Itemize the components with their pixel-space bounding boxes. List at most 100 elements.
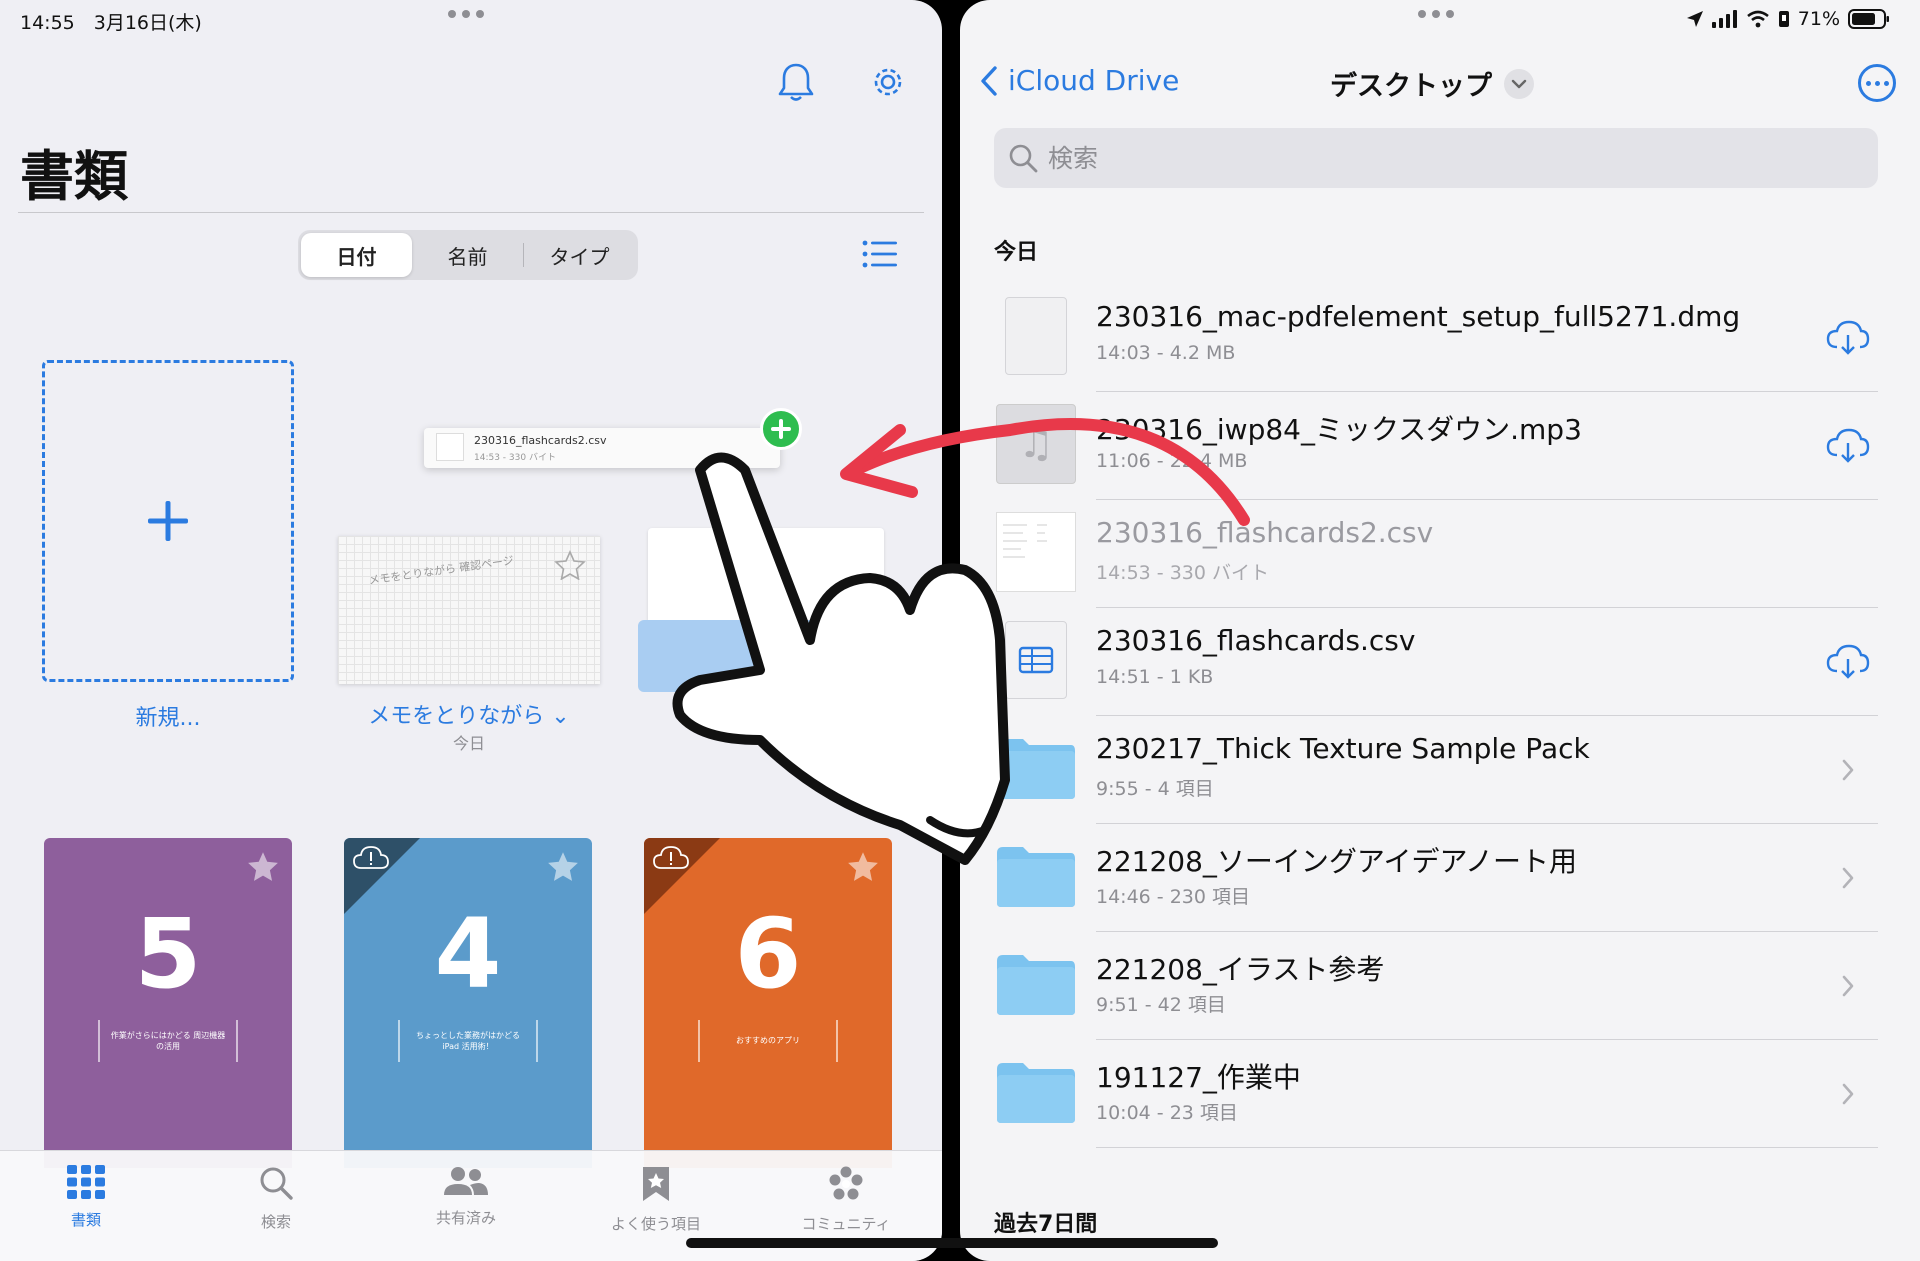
chevron-right-icon xyxy=(1824,1072,1872,1116)
memo-document-thumbnail[interactable]: メモをとりながら 確認ページ xyxy=(338,536,600,684)
book-subtitle: おすすめのアプリ xyxy=(698,1020,838,1062)
file-meta: 10:04 - 23 項目 xyxy=(1096,1102,1238,1124)
back-label: iCloud Drive xyxy=(1008,64,1180,97)
list-view-icon[interactable] xyxy=(856,230,904,278)
tab-shared[interactable]: 共有済み xyxy=(406,1165,526,1228)
file-name: 230217_Thick Texture Sample Pack xyxy=(1096,732,1590,765)
file-row[interactable]: 230316_mac-pdfelement_setup_full5271.dmg… xyxy=(994,284,1878,392)
tab-label: コミュニティ xyxy=(801,1215,891,1233)
file-name: 230316_flashcards.csv xyxy=(1096,624,1416,657)
folder-thumbnail[interactable] xyxy=(638,620,888,692)
chevron-right-icon xyxy=(1824,748,1872,792)
row-separator xyxy=(1096,1147,1878,1148)
sort-segmented-control: 日付 名前 タイプ xyxy=(298,230,638,280)
location-arrow-icon xyxy=(1686,11,1703,27)
book-4[interactable]: 4 ちょっとした業務がはかどる iPad 活用術！ xyxy=(344,838,592,1168)
bookmark-star-icon xyxy=(643,1167,669,1201)
section-header-past-week: 過去7日間 xyxy=(994,1212,1098,1237)
memo-handwriting: メモをとりながら 確認ページ xyxy=(367,553,515,588)
folder-row[interactable]: 230217_Thick Texture Sample Pack 9:55 - … xyxy=(994,716,1878,824)
table-icon xyxy=(994,618,1078,702)
tab-label: 検索 xyxy=(260,1213,291,1231)
grid-icon xyxy=(67,1165,105,1199)
cloud-download-icon[interactable] xyxy=(1824,640,1872,684)
tab-label: 書類 xyxy=(70,1211,101,1229)
file-name: 191127_作業中 xyxy=(1096,1061,1301,1094)
file-meta: 14:51 - 1 KB xyxy=(1096,666,1214,688)
folder-icon xyxy=(994,942,1078,1026)
file-name: 230316_flashcards2.csv xyxy=(1096,516,1434,549)
section-header-today: 今日 xyxy=(994,240,1039,265)
documents-app-pane: 14:55 3月16日(木) 書類 日付 名前 タイプ 新規... メモをとりな… xyxy=(0,0,942,1261)
dragged-file-thumbnail xyxy=(436,433,464,461)
file-meta: 14:46 - 230 項目 xyxy=(1096,886,1250,908)
dragged-file-meta: 14:53 - 330 バイト xyxy=(474,453,556,463)
tab-search[interactable]: 検索 xyxy=(216,1165,336,1232)
signal-icon xyxy=(1711,10,1737,28)
book-number: 6 xyxy=(734,898,802,1010)
file-meta: 11:06 - 22.4 MB xyxy=(1096,450,1248,472)
sort-by-type[interactable]: タイプ xyxy=(524,233,635,277)
back-button[interactable]: iCloud Drive xyxy=(980,64,1179,97)
audio-icon: ♫ xyxy=(994,402,1078,486)
more-options-icon[interactable] xyxy=(1858,64,1896,102)
book-5[interactable]: 5 作業がさらにはかどる 周辺機器の活用 xyxy=(44,838,292,1168)
chevron-right-icon xyxy=(1824,856,1872,900)
memo-document-title[interactable]: メモをとりながら ⌄ xyxy=(338,698,600,730)
star-icon xyxy=(248,852,278,881)
new-document-label[interactable]: 新規... xyxy=(42,700,294,732)
community-icon xyxy=(829,1166,863,1200)
dragged-file-name: 230316_flashcards2.csv xyxy=(474,434,607,447)
folder-paper xyxy=(648,528,884,628)
copy-plus-badge-icon xyxy=(760,408,802,450)
sort-by-name[interactable]: 名前 xyxy=(412,233,523,277)
folder-title-menu[interactable]: デスクトップ xyxy=(1330,64,1534,103)
wifi-icon xyxy=(1746,10,1769,28)
battery-icon xyxy=(1848,9,1889,29)
search-field[interactable] xyxy=(994,128,1878,188)
file-name: 230316_iwp84_ミックスダウン.mp3 xyxy=(1096,413,1582,446)
home-indicator[interactable] xyxy=(686,1238,1218,1248)
bell-icon[interactable] xyxy=(772,58,820,106)
folder-icon xyxy=(994,726,1078,810)
tab-favorites[interactable]: よく使う項目 xyxy=(596,1165,716,1234)
csv-thumbnail xyxy=(994,510,1078,594)
search-icon xyxy=(260,1167,293,1200)
folder-row[interactable]: 221208_ソーイングアイデアノート用 14:46 - 230 項目 xyxy=(994,824,1878,932)
star-icon xyxy=(548,852,578,881)
book-subtitle: 作業がさらにはかどる 周辺機器の活用 xyxy=(98,1020,238,1062)
book-6[interactable]: 6 おすすめのアプリ xyxy=(644,838,892,1168)
file-meta: 9:55 - 4 項目 xyxy=(1096,778,1214,800)
battery-percent: 71% xyxy=(1797,8,1840,30)
orientation-lock-icon xyxy=(1778,11,1789,27)
cloud-alert-icon xyxy=(653,846,689,869)
sort-by-date[interactable]: 日付 xyxy=(301,233,412,277)
dragged-file-preview[interactable]: 230316_flashcards2.csv 14:53 - 330 バイト xyxy=(424,428,780,468)
document-icon xyxy=(994,294,1078,378)
multitasking-dots[interactable] xyxy=(1418,10,1458,22)
status-time: 14:55 3月16日(木) xyxy=(20,12,202,34)
file-row[interactable]: 230316_flashcards2.csv 14:53 - 330 バイト xyxy=(994,500,1878,608)
files-app-pane: 71% iCloud Drive デスクトップ 今日 230316_mac-pd… xyxy=(960,0,1920,1261)
folder-icon xyxy=(994,1050,1078,1134)
cloud-download-icon[interactable] xyxy=(1824,424,1872,468)
tab-community[interactable]: コミュニティ xyxy=(786,1165,906,1234)
star-icon xyxy=(554,550,586,580)
memo-document-date: 今日 xyxy=(452,734,485,753)
folder-row[interactable]: 191127_作業中 10:04 - 23 項目 xyxy=(994,1040,1878,1148)
folder-row[interactable]: 221208_イラスト参考 9:51 - 42 項目 xyxy=(994,932,1878,1040)
gear-icon[interactable] xyxy=(864,58,912,106)
multitasking-dots[interactable] xyxy=(448,10,488,22)
file-row[interactable]: ♫ 230316_iwp84_ミックスダウン.mp3 11:06 - 22.4 … xyxy=(994,392,1878,500)
tab-documents[interactable]: 書類 xyxy=(26,1165,146,1230)
star-icon xyxy=(848,852,878,881)
new-document-card[interactable] xyxy=(42,360,294,682)
chevron-down-icon xyxy=(1504,68,1534,99)
file-row[interactable]: 230316_flashcards.csv 14:51 - 1 KB xyxy=(994,608,1878,716)
file-meta: 9:51 - 42 項目 xyxy=(1096,994,1226,1016)
chevron-right-icon xyxy=(1824,964,1872,1008)
cloud-alert-icon xyxy=(353,846,389,869)
cloud-download-icon[interactable] xyxy=(1824,316,1872,360)
search-input[interactable] xyxy=(1048,143,1748,173)
file-name: 230316_mac-pdfelement_setup_full5271.dmg xyxy=(1096,300,1741,333)
